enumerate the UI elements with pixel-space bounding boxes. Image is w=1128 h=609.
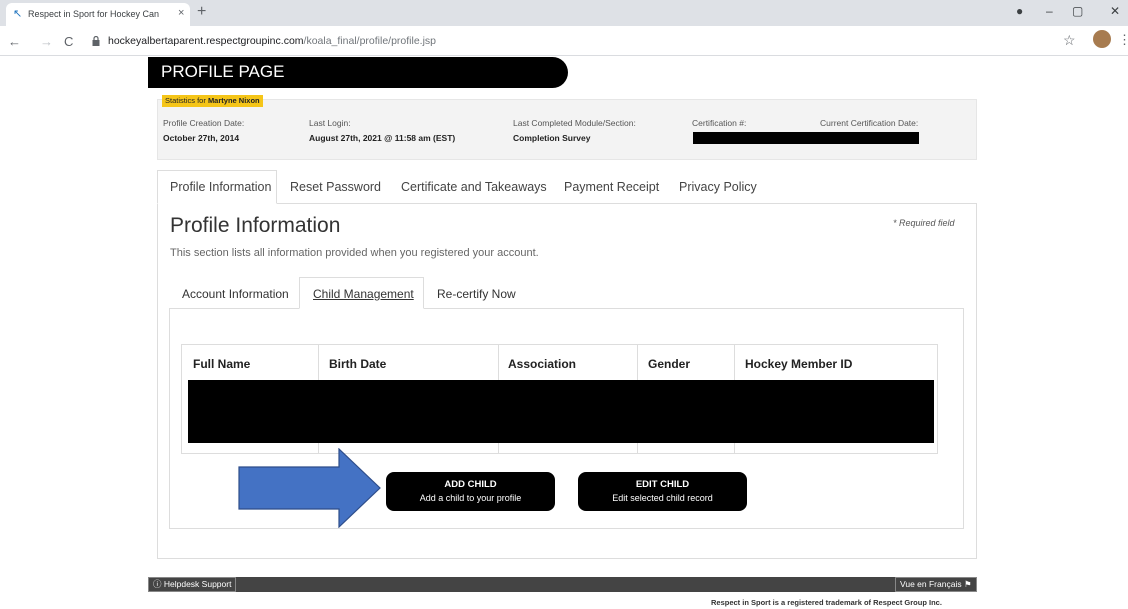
- column-header-association[interactable]: Association: [508, 357, 576, 371]
- redacted-child-rows: [188, 380, 934, 443]
- reload-button[interactable]: C: [64, 34, 73, 49]
- profile-intro-text: This section lists all information provi…: [170, 247, 539, 259]
- browser-tab[interactable]: ↖ Respect in Sport for Hockey Can ×: [6, 3, 190, 26]
- helpdesk-label: Helpdesk Support: [163, 579, 232, 589]
- browser-menu-icon[interactable]: ⋮: [1118, 32, 1128, 48]
- tab-recertify-now[interactable]: Re-certify Now: [437, 287, 516, 301]
- add-child-subtitle: Add a child to your profile: [419, 493, 522, 503]
- sub-tab-divider: [424, 308, 964, 309]
- url-field[interactable]: hockeyalbertaparent.respectgroupinc.com/…: [108, 35, 436, 47]
- browser-tab-title: Respect in Sport for Hockey Can: [28, 9, 160, 19]
- french-label: Vue en Français: [900, 579, 962, 589]
- column-header-full-name[interactable]: Full Name: [193, 357, 250, 371]
- lock-icon: [92, 35, 100, 48]
- site-favicon-icon: ↖: [13, 8, 23, 20]
- info-icon: ⓘ: [153, 579, 164, 589]
- main-tab-divider: [277, 203, 977, 204]
- footer-bar: [148, 577, 961, 592]
- column-header-birth-date[interactable]: Birth Date: [329, 357, 386, 371]
- last-module-label: Last Completed Module/Section:: [513, 118, 636, 128]
- french-version-link[interactable]: Vue en Français ⚑: [895, 577, 977, 592]
- new-tab-button[interactable]: +: [197, 3, 206, 21]
- column-header-gender[interactable]: Gender: [648, 357, 690, 371]
- redacted-certification: [693, 132, 919, 144]
- column-header-hockey-member-id[interactable]: Hockey Member ID: [745, 357, 852, 371]
- edit-child-button[interactable]: EDIT CHILD Edit selected child record: [578, 472, 747, 511]
- tab-profile-information[interactable]: Profile Information: [170, 180, 271, 194]
- add-child-button[interactable]: ADD CHILD Add a child to your profile: [386, 472, 555, 511]
- back-button[interactable]: ←: [8, 34, 21, 49]
- profile-creation-label: Profile Creation Date:: [163, 118, 245, 128]
- sub-tab-divider-left: [169, 308, 299, 309]
- last-login-label: Last Login:: [309, 118, 351, 128]
- tab-child-management[interactable]: Child Management: [313, 287, 414, 301]
- tab-account-information[interactable]: Account Information: [182, 287, 289, 301]
- forward-button[interactable]: →: [40, 34, 53, 49]
- maximize-button[interactable]: ▢: [1072, 4, 1083, 18]
- page-title: PROFILE PAGE: [161, 62, 285, 81]
- last-login-value: August 27th, 2021 @ 11:58 am (EST): [309, 133, 456, 143]
- tab-payment-receipt[interactable]: Payment Receipt: [564, 180, 659, 194]
- address-bar: ← → C hockeyalbertaparent.respectgroupin…: [0, 26, 1128, 56]
- certification-label: Certification #:: [692, 118, 747, 128]
- flag-icon: ⚑: [961, 579, 972, 589]
- tab-privacy-policy[interactable]: Privacy Policy: [679, 180, 757, 194]
- add-child-title: ADD CHILD: [444, 479, 497, 490]
- url-host: hockeyalbertaparent.respectgroupinc.com: [108, 35, 304, 47]
- tab-close-icon[interactable]: ×: [178, 7, 184, 19]
- edit-child-title: EDIT CHILD: [635, 479, 690, 490]
- url-path: /koala_final/profile/profile.jsp: [303, 35, 437, 47]
- statistics-badge: Statistics for Martyne Nixon: [162, 95, 263, 107]
- last-module-value: Completion Survey: [513, 133, 591, 143]
- tab-reset-password[interactable]: Reset Password: [290, 180, 381, 194]
- statistics-panel: Statistics for Martyne Nixon Profile Cre…: [157, 95, 977, 160]
- minimize-button[interactable]: –: [1046, 4, 1053, 18]
- browser-tab-bar: ↖ Respect in Sport for Hockey Can × + ● …: [0, 0, 1128, 26]
- tab-certificate-takeaways[interactable]: Certificate and Takeaways: [401, 180, 547, 194]
- required-field-note: * Required field: [893, 218, 955, 228]
- helpdesk-support-link[interactable]: ⓘ Helpdesk Support: [148, 577, 237, 592]
- record-icon[interactable]: ●: [1016, 4, 1023, 18]
- edit-child-subtitle: Edit selected child record: [612, 493, 713, 503]
- profile-heading: Profile Information: [170, 214, 341, 237]
- trademark-notice: Respect in Sport is a registered tradema…: [711, 598, 942, 607]
- current-certification-label: Current Certification Date:: [820, 118, 919, 128]
- statistics-user-name: Martyne Nixon: [207, 96, 260, 105]
- profile-creation-value: October 27th, 2014: [163, 133, 240, 143]
- bookmark-star-icon[interactable]: ☆: [1063, 32, 1076, 49]
- statistics-badge-prefix: Statistics for: [165, 96, 208, 105]
- profile-avatar[interactable]: [1093, 30, 1111, 48]
- window-close-button[interactable]: ✕: [1110, 4, 1120, 18]
- arrow-annotation-icon: [238, 448, 381, 528]
